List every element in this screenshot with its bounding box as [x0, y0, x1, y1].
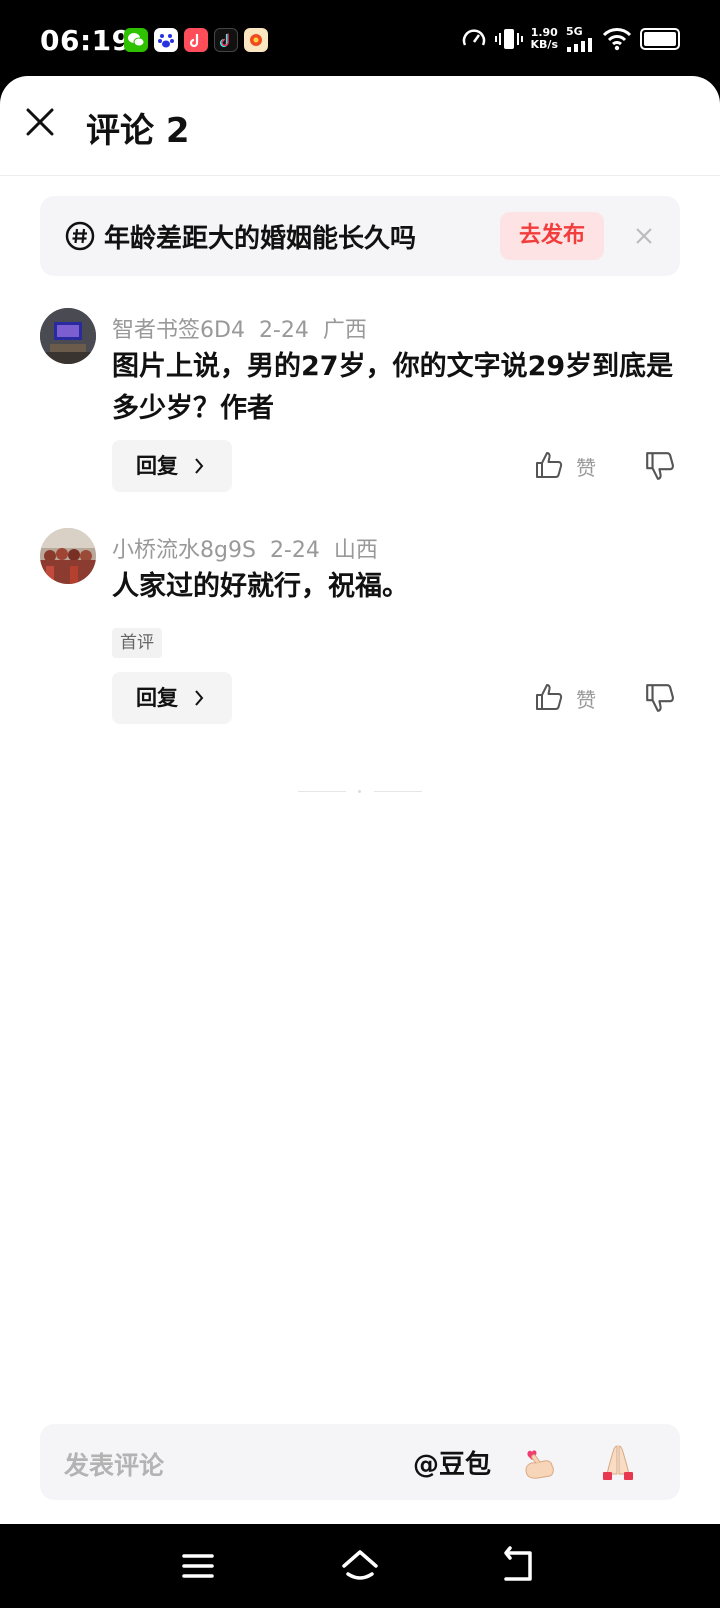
- net-speed: 1.90 KB/s: [530, 26, 558, 51]
- avatar[interactable]: [40, 308, 96, 364]
- username[interactable]: 智者书签6D4: [112, 318, 245, 343]
- baidu-icon: [154, 28, 178, 52]
- like-button[interactable]: 赞: [534, 448, 604, 484]
- system-nav-bar: [0, 1524, 720, 1608]
- thumbs-up-icon: [536, 684, 563, 710]
- signal-icon: [567, 38, 592, 52]
- reply-button[interactable]: 回复: [112, 440, 232, 492]
- comment-meta: 智者书签6D4 2-24 广西: [112, 312, 381, 344]
- finger-heart-icon: [525, 1450, 554, 1479]
- praying-hands-emoji-button[interactable]: [596, 1440, 640, 1484]
- mention-doubao-button[interactable]: @豆包: [413, 1444, 491, 1481]
- signal-group: 5G: [566, 26, 594, 52]
- comment-location: 山西: [333, 538, 378, 563]
- close-icon: [26, 108, 54, 136]
- dismiss-topic-icon[interactable]: [632, 224, 656, 248]
- chevron-right-icon: [195, 458, 204, 474]
- comment-date: 2-24: [258, 318, 309, 343]
- comment-meta: 小桥流水8g9S 2-24 山西: [112, 532, 392, 564]
- username[interactable]: 小桥流水8g9S: [112, 538, 256, 563]
- vibrate-icon: [494, 29, 523, 49]
- like-button[interactable]: 赞: [534, 680, 604, 716]
- comment-location: 广西: [322, 318, 367, 343]
- status-bar: 06:19 1.90 KB/s 5G: [0, 0, 720, 80]
- status-indicators: 1.90 KB/s 5G: [461, 26, 680, 52]
- reply-label: 回复: [136, 686, 178, 710]
- wechat-icon: [124, 28, 148, 52]
- menu-icon[interactable]: [176, 1544, 220, 1588]
- publish-button[interactable]: 去发布: [500, 212, 604, 260]
- reply-button[interactable]: 回复: [112, 672, 232, 724]
- finger-heart-emoji-button[interactable]: [518, 1440, 562, 1484]
- page-title: 评论 2: [86, 111, 190, 151]
- battery-icon: [640, 28, 680, 50]
- comment-date: 2-24: [269, 538, 320, 563]
- like-label: 赞: [576, 456, 596, 480]
- comment-text: 图片上说，男的27岁，你的文字说29岁到底是多少岁？作者: [112, 351, 674, 424]
- praying-hands-icon: [603, 1445, 633, 1480]
- first-comment-badge: 首评: [112, 628, 162, 658]
- thumbs-down-icon[interactable]: [644, 682, 676, 714]
- topic-title: 年龄差距大的婚姻能长久吗: [104, 224, 417, 254]
- comment-input[interactable]: 发表评论: [64, 1446, 164, 1482]
- status-time: 06:19: [40, 24, 132, 57]
- home-icon[interactable]: [338, 1544, 382, 1588]
- toutiao-icon: [244, 28, 268, 52]
- close-button[interactable]: [24, 106, 56, 138]
- comments-sheet: 评论 2 年龄差距大的婚姻能长久吗 去发布 智者书签6D4 2-24 广西 图片上说…: [0, 76, 720, 1524]
- back-icon[interactable]: [498, 1544, 542, 1588]
- topic-banner[interactable]: 年龄差距大的婚姻能长久吗 去发布: [40, 196, 680, 276]
- hashtag-icon: [65, 221, 95, 251]
- comment-text: 人家过的好就行，祝福。: [112, 571, 409, 602]
- wifi-icon: [602, 28, 632, 51]
- notification-icons: [124, 28, 268, 52]
- end-of-list-divider: [298, 790, 422, 794]
- thumbs-up-icon: [536, 452, 563, 478]
- speedometer-icon: [462, 29, 485, 46]
- like-label: 赞: [576, 688, 596, 712]
- network-type: 5G: [566, 25, 583, 38]
- thumbs-down-icon[interactable]: [644, 450, 676, 482]
- comment-input-bar[interactable]: 发表评论 @豆包: [40, 1424, 680, 1500]
- avatar[interactable]: [40, 528, 96, 584]
- sheet-header: 评论 2: [0, 76, 720, 176]
- xiaohongshu-icon: [184, 28, 208, 52]
- reply-label: 回复: [136, 454, 178, 478]
- douyin-icon: [214, 28, 238, 52]
- chevron-right-icon: [195, 690, 204, 706]
